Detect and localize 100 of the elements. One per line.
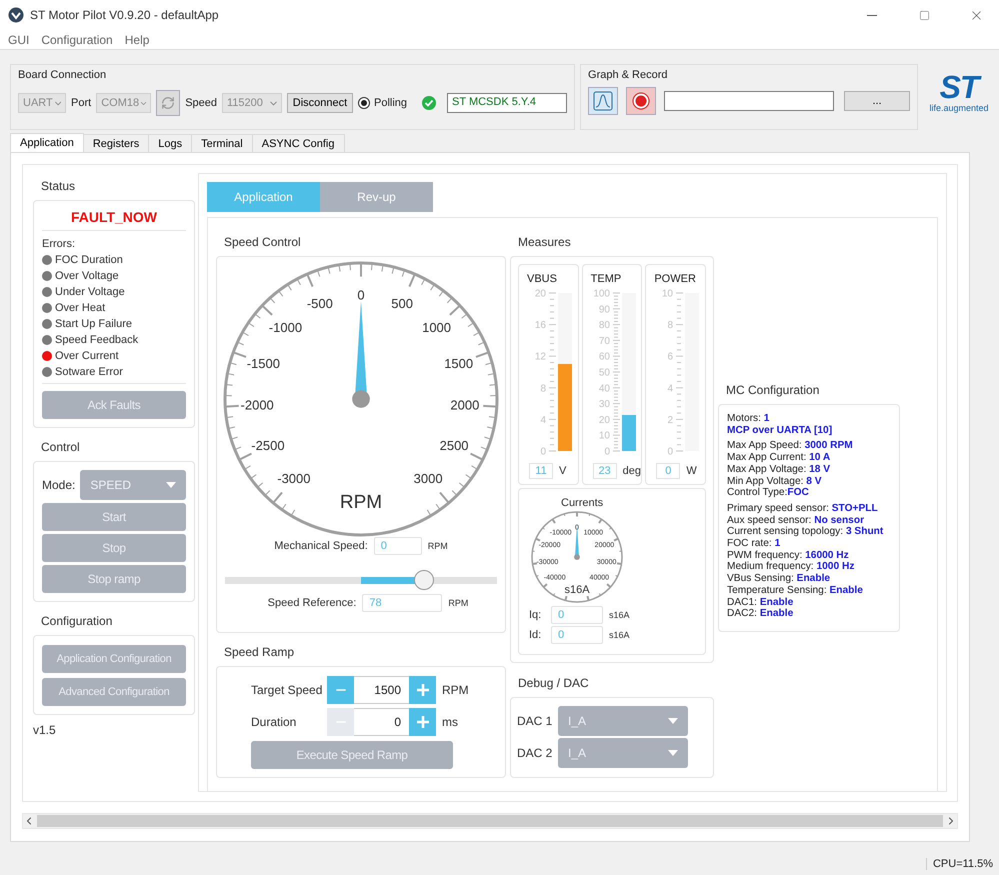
dac-dropdown[interactable]: I_A xyxy=(558,738,688,768)
error-label: Under Voltage xyxy=(55,286,125,298)
scale-label: 20 xyxy=(534,288,546,300)
configuration-button[interactable]: Application Configuration xyxy=(42,645,186,673)
scale-label: 2 xyxy=(668,414,674,426)
value-field: 11 xyxy=(529,463,553,479)
port-label: Port xyxy=(71,97,92,109)
view-tab[interactable]: Application xyxy=(207,182,320,212)
error-label: Sotware Error xyxy=(55,366,123,378)
menu-item[interactable]: GUI xyxy=(2,32,36,46)
check-icon xyxy=(422,96,436,110)
config-line: FOC rate: 1 xyxy=(727,538,782,550)
scale-label: -1500 xyxy=(246,356,280,371)
field-label: Iq: xyxy=(529,609,542,621)
menu-item[interactable]: Configuration xyxy=(35,32,119,46)
mechanical-speed-field: 0 xyxy=(374,537,422,555)
version-label: v1.5 xyxy=(33,722,57,737)
control-button[interactable]: Stop ramp xyxy=(42,565,186,593)
section-title: Speed Control xyxy=(223,234,302,251)
needle-hub xyxy=(574,554,580,560)
config-line: Control Type:FOC xyxy=(727,487,810,499)
error-label: Over Voltage xyxy=(55,270,119,282)
configuration-button[interactable]: Advanced Configuration xyxy=(42,678,186,706)
ack-faults-button[interactable]: Ack Faults xyxy=(42,391,186,419)
stepper-label: Target Speed xyxy=(251,683,324,697)
scale-label: 2500 xyxy=(440,438,469,453)
section-title: Measures xyxy=(517,234,572,251)
field-label: Speed Reference: xyxy=(268,597,356,609)
section-title: Configuration xyxy=(40,613,114,630)
decrement-button[interactable] xyxy=(327,676,354,704)
increment-button[interactable] xyxy=(409,676,436,704)
polling-radio[interactable]: Polling xyxy=(358,97,408,109)
currents-title: Currents xyxy=(560,497,604,509)
config-line: DAC1: Enable xyxy=(727,596,794,608)
section-title: MC Configuration xyxy=(725,382,820,399)
config-line: Max App Speed: 3000 RPM xyxy=(727,440,854,452)
config-line: Max App Current: 10 A xyxy=(727,452,832,464)
port-dropdown[interactable]: COM18 xyxy=(96,93,152,113)
stepper-field[interactable]: 1500 xyxy=(354,676,409,704)
unit-label: RPM xyxy=(448,598,468,608)
error-label: Over Current xyxy=(55,350,119,362)
record-button[interactable] xyxy=(626,87,656,115)
menu-item[interactable]: Help xyxy=(118,32,156,46)
increment-button[interactable] xyxy=(409,708,436,736)
scale-label: 60 xyxy=(598,352,610,363)
meter-title: TEMP xyxy=(590,273,622,285)
needle-hub xyxy=(352,390,370,408)
config-line: Temperature Sensing: Enable xyxy=(727,584,864,597)
fault-status: FAULT_NOW xyxy=(42,207,186,231)
scale-label: 16 xyxy=(534,320,546,332)
maximize-icon xyxy=(918,10,930,20)
refresh-button[interactable] xyxy=(156,90,180,116)
horizontal-scrollbar[interactable] xyxy=(22,813,958,829)
tab[interactable]: Registers xyxy=(82,134,150,152)
tab[interactable]: Logs xyxy=(148,134,192,152)
execute-ramp-button[interactable]: Execute Speed Ramp xyxy=(251,741,453,769)
browse-button[interactable]: ... xyxy=(844,91,910,111)
scale-label: 3000 xyxy=(414,470,443,486)
tab[interactable]: ASYNC Config xyxy=(252,134,344,152)
scale-label: 90 xyxy=(598,304,610,316)
field-label: Mechanical Speed: xyxy=(274,540,368,552)
unit-label: deg xyxy=(622,465,642,477)
mode-label: Mode: xyxy=(42,478,76,492)
firmware-field: ST MCSDK 5.Y.4 xyxy=(447,93,568,113)
view-tab[interactable]: Rev-up xyxy=(320,182,433,212)
scale-label: -3000 xyxy=(277,470,310,486)
scale-label: -1000 xyxy=(268,320,302,336)
scale-label: 6 xyxy=(668,352,674,363)
slider-thumb[interactable] xyxy=(414,570,434,590)
scale-label: 0 xyxy=(357,288,365,303)
config-line: Max App Voltage: 18 V xyxy=(727,464,832,476)
scale-label: 4 xyxy=(540,414,546,426)
scale-label: 1000 xyxy=(422,320,452,336)
unit-label: s16A xyxy=(609,610,630,620)
scale-label: 80 xyxy=(598,320,610,332)
config-line: Current sensing topology: 3 Shunt xyxy=(727,526,884,538)
gauge-unit: s16A xyxy=(564,584,590,596)
dac-dropdown[interactable]: I_A xyxy=(558,706,688,736)
scale-label: -2000 xyxy=(240,397,274,412)
scale-label: 2000 xyxy=(450,397,480,412)
scale-label: 30 xyxy=(598,399,610,410)
disconnect-button[interactable]: Disconnect xyxy=(287,93,353,113)
mode-dropdown[interactable]: SPEED xyxy=(80,470,186,500)
control-button[interactable]: Start xyxy=(42,503,186,531)
group-title: Graph & Record xyxy=(588,69,669,81)
stepper-field[interactable]: 0 xyxy=(354,708,409,736)
scale-label: 12 xyxy=(534,352,546,363)
caret-icon xyxy=(668,750,678,756)
control-button[interactable]: Stop xyxy=(42,534,186,562)
record-path-field[interactable] xyxy=(664,91,834,111)
caret-icon xyxy=(668,718,678,724)
scale-label: 10 xyxy=(662,288,674,300)
interface-dropdown[interactable]: UART xyxy=(18,93,66,113)
unit-label: ms xyxy=(442,715,458,729)
baud-rate-dropdown[interactable]: 115200 xyxy=(222,93,282,113)
graph-button[interactable] xyxy=(588,87,618,115)
speed-reference-field[interactable]: 78 xyxy=(362,594,442,612)
scale-label: 500 xyxy=(391,296,413,312)
tab[interactable]: Application xyxy=(10,133,84,153)
scroll-thumb[interactable] xyxy=(37,815,943,827)
